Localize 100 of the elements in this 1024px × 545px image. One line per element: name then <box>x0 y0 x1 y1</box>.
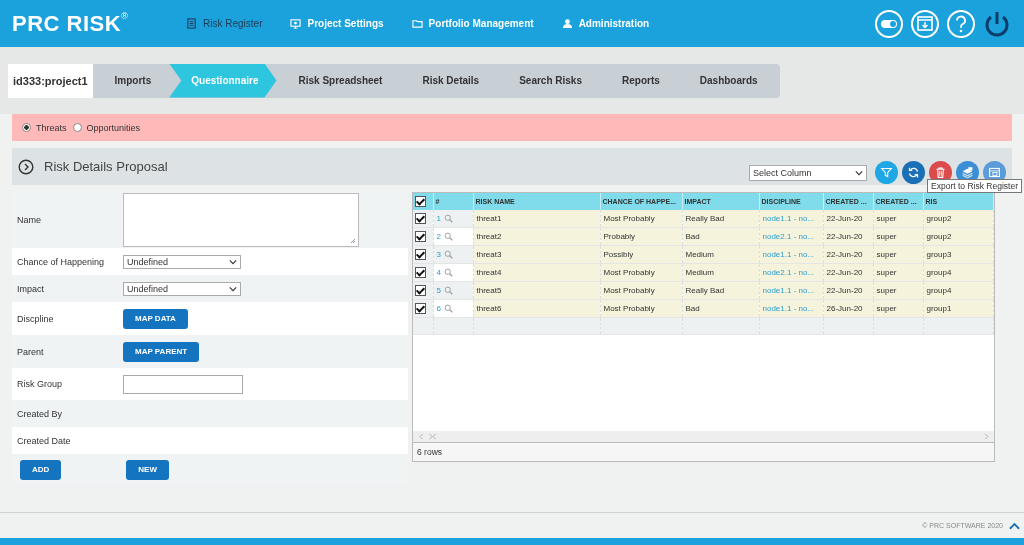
checkbox[interactable] <box>415 303 426 314</box>
table-cell: Most Probably <box>603 214 655 223</box>
caret-icon <box>855 169 863 176</box>
search-icon[interactable] <box>443 250 453 260</box>
dropdown[interactable]: Undefined <box>123 281 241 296</box>
checkbox[interactable] <box>415 196 426 207</box>
caret-icon <box>229 258 237 265</box>
dropdown[interactable]: Undefined <box>123 254 241 269</box>
table-cell: Medium <box>685 268 714 277</box>
filter-button[interactable] <box>875 161 898 184</box>
field-label: Created By <box>17 408 64 419</box>
table-cell: super <box>876 232 897 241</box>
checkbox[interactable] <box>415 213 426 224</box>
row-number-link[interactable]: 5 <box>436 285 441 295</box>
search-icon[interactable] <box>443 304 453 314</box>
table-cell: Bad <box>685 304 700 313</box>
search-icon[interactable] <box>443 268 453 278</box>
row-number-link[interactable]: 6 <box>436 303 441 313</box>
search-icon[interactable] <box>443 286 453 296</box>
table-cell: group2 <box>926 232 952 241</box>
table-cell: group3 <box>926 250 952 259</box>
scroll-left-icon[interactable] <box>417 433 437 440</box>
caret-icon <box>229 285 237 292</box>
table-cell: Bad <box>685 232 700 241</box>
add-button[interactable]: ADD <box>20 459 62 480</box>
table-cell: super <box>876 304 897 313</box>
field-label: Impact <box>17 283 45 294</box>
field-label: Parent <box>17 346 45 357</box>
select-column-dropdown[interactable]: Select Column <box>749 164 867 181</box>
table-cell: 26-Jun-20 <box>826 304 863 313</box>
table-cell: 22-Jun-20 <box>826 214 863 223</box>
row-number-link[interactable]: 4 <box>436 267 441 277</box>
folder-icon <box>411 18 423 29</box>
window-icon <box>988 166 1001 179</box>
table-cell: super <box>876 214 897 223</box>
map-button[interactable]: MAP DATA <box>123 308 188 329</box>
row-number-link[interactable]: 1 <box>436 213 441 223</box>
resize-grip-icon <box>350 238 356 244</box>
field-label: Created Date <box>17 435 72 446</box>
toggle-icon[interactable] <box>874 8 904 39</box>
scroll-up-icon[interactable] <box>1009 521 1020 530</box>
tooltip: Export to Risk Register <box>927 179 1022 193</box>
field-label: Chance of Happening <box>17 256 106 267</box>
new-button[interactable]: NEW <box>126 459 169 480</box>
nav-link[interactable]: Risk Register <box>186 18 263 29</box>
table-cell: threat1 <box>476 214 502 223</box>
search-icon[interactable] <box>443 232 453 242</box>
table-cell: Medium <box>685 250 714 259</box>
table-cell: Most Probably <box>603 304 655 313</box>
table-cell: group1 <box>926 304 952 313</box>
table-cell: threat3 <box>476 250 502 259</box>
document-icon <box>186 18 197 29</box>
table-cell: super <box>876 286 897 295</box>
radio-button[interactable] <box>72 123 82 132</box>
nav-link[interactable]: Portfolio Management <box>411 18 534 29</box>
row-number-link[interactable]: 3 <box>436 249 441 259</box>
radio-label: Threats <box>36 122 67 133</box>
stack-icon <box>961 166 974 179</box>
trash-icon <box>934 166 947 179</box>
table-cell: group4 <box>926 286 952 295</box>
nav-link[interactable]: Administration <box>561 18 650 29</box>
refresh-button[interactable] <box>902 161 925 184</box>
row-number-link[interactable]: 2 <box>436 231 441 241</box>
window-icon[interactable] <box>910 8 940 39</box>
table-cell: Probably <box>603 232 636 241</box>
table-cell: Really Bad <box>685 214 725 223</box>
table-cell: threat5 <box>476 286 502 295</box>
table-cell: super <box>876 250 897 259</box>
map-button[interactable]: MAP PARENT <box>123 341 200 362</box>
logo: PRC RISK$^{®}$ <box>12 10 130 37</box>
table-cell: Possibly <box>603 250 634 259</box>
table-cell: Most Probably <box>603 286 655 295</box>
checkbox[interactable] <box>415 231 426 242</box>
help-icon[interactable] <box>946 8 976 39</box>
table-cell: threat4 <box>476 268 502 277</box>
checkbox[interactable] <box>415 249 426 260</box>
name-textarea[interactable] <box>123 193 359 247</box>
checkbox[interactable] <box>415 267 426 278</box>
search-icon[interactable] <box>443 214 453 224</box>
checkbox[interactable] <box>415 285 426 296</box>
table-cell: threat2 <box>476 232 502 241</box>
table-cell: 22-Jun-20 <box>826 250 863 259</box>
panel-title: Risk Details Proposal <box>44 159 168 174</box>
table-cell: Really Bad <box>685 286 725 295</box>
table-cell: Most Probably <box>603 268 655 277</box>
nav-link[interactable]: Project Settings <box>290 18 384 29</box>
field-label: Name <box>17 215 42 225</box>
table-cell: group4 <box>926 268 952 277</box>
radio-label: Opportunities <box>86 122 141 133</box>
chevron-circle-icon[interactable] <box>18 158 34 175</box>
table-cell: group2 <box>926 214 952 223</box>
table-cell: 22-Jun-20 <box>826 286 863 295</box>
refresh-icon <box>907 166 920 179</box>
radio-button[interactable] <box>22 123 31 132</box>
horizontal-scrollbar[interactable] <box>413 431 994 442</box>
table-cell: super <box>876 268 897 277</box>
input-field[interactable] <box>123 374 243 394</box>
user-icon <box>561 18 573 29</box>
project-label: id333:project1 <box>8 63 93 98</box>
table-cell: 22-Jun-20 <box>826 268 863 277</box>
